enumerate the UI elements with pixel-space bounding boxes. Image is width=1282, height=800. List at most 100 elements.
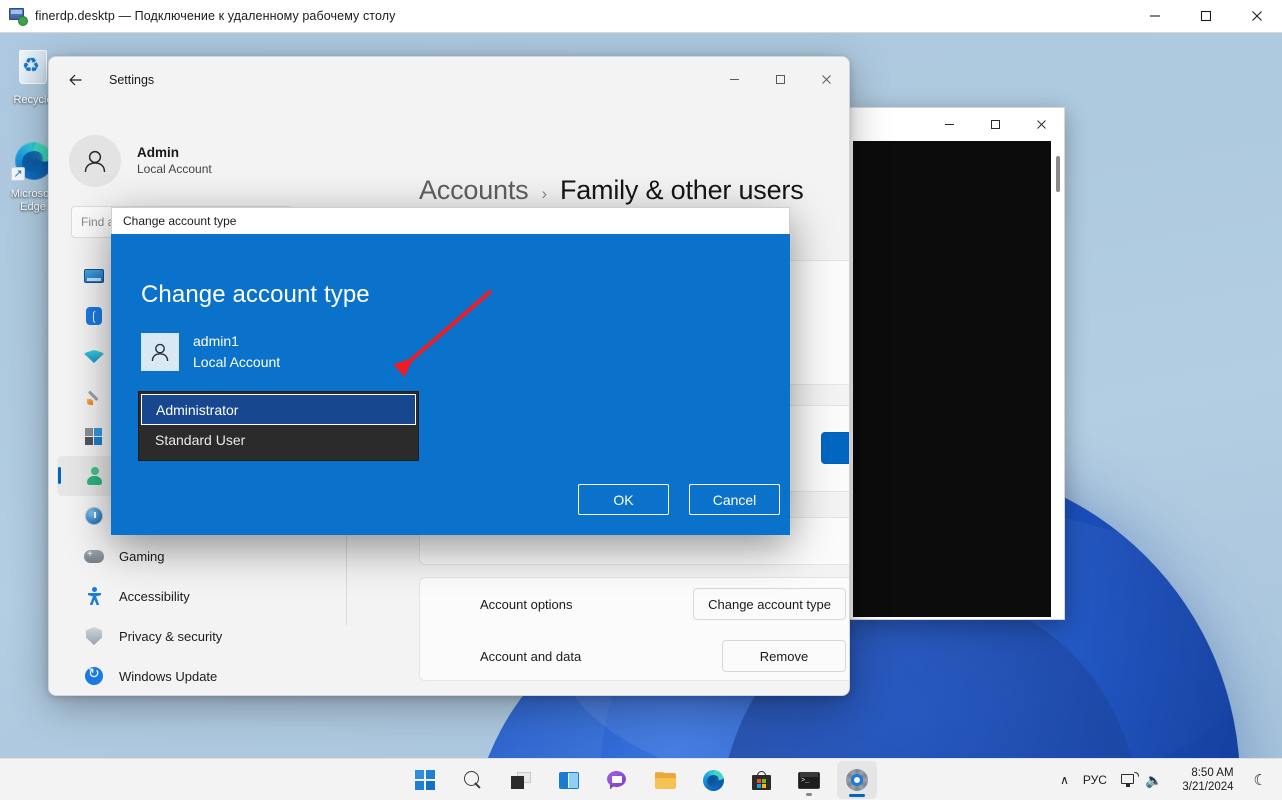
terminal-window[interactable] <box>849 107 1065 620</box>
edge-button[interactable] <box>693 761 733 799</box>
table-row: Account options Change account type <box>420 578 849 630</box>
ok-button[interactable]: OK <box>578 484 669 515</box>
back-button[interactable] <box>60 64 92 96</box>
settings-window-controls <box>711 57 849 102</box>
sidebar-item-label: Windows Update <box>119 668 218 684</box>
moon-icon: ☾ <box>1253 772 1267 789</box>
change-account-type-button[interactable]: Change account type <box>693 588 846 620</box>
account-options-card: Account options Change account type Acco… <box>419 577 849 682</box>
settings-window[interactable]: Settings Admin Local Account Find ❲ + Ga… <box>48 56 850 696</box>
table-row: Account and data Remove <box>420 630 849 682</box>
settings-titlebar[interactable]: Settings <box>49 57 849 102</box>
widgets-button[interactable] <box>549 761 589 799</box>
system-tray: ∧ РУС 🔈 8:50 AM 3/21/2024 ☾ <box>1053 759 1282 800</box>
terminal-button[interactable] <box>789 761 829 799</box>
store-button[interactable] <box>741 761 781 799</box>
sidebar-active-indicator <box>58 467 61 484</box>
terminal-scrollbar[interactable] <box>1055 148 1061 620</box>
terminal-close-button[interactable] <box>1018 108 1064 140</box>
sidebar-account-header[interactable]: Admin Local Account <box>69 135 212 187</box>
settings-maximize-button[interactable] <box>757 57 803 102</box>
apps-icon <box>83 425 105 447</box>
dialog-heading: Change account type <box>141 281 370 308</box>
clock-icon <box>83 505 105 527</box>
terminal-maximize-button[interactable] <box>972 108 1018 140</box>
brush-icon <box>83 385 105 407</box>
rdp-maximize-button[interactable] <box>1180 0 1231 32</box>
dialog-user-row: admin1 Local Account <box>141 331 280 373</box>
remove-account-button[interactable]: Remove <box>722 640 846 672</box>
gear-icon <box>846 769 868 791</box>
language-indicator[interactable]: РУС <box>1076 764 1114 796</box>
sidebar-item-accessibility[interactable]: Accessibility <box>57 576 377 616</box>
dialog-user-name: admin1 <box>193 333 239 349</box>
account-subtitle: Local Account <box>137 162 212 176</box>
gamepad-icon <box>83 545 105 567</box>
rdp-minimize-button[interactable] <box>1129 0 1180 32</box>
sidebar-item-windows-update[interactable]: Windows Update <box>57 656 377 695</box>
folder-icon <box>654 771 676 789</box>
terminal-titlebar[interactable] <box>850 108 1064 141</box>
person-icon <box>141 333 179 371</box>
accessibility-icon <box>83 585 105 607</box>
file-explorer-button[interactable] <box>645 761 685 799</box>
terminal-console-output[interactable] <box>853 141 1051 617</box>
rdp-window-controls <box>1129 0 1282 32</box>
breadcrumb-parent[interactable]: Accounts <box>419 175 529 206</box>
sidebar-item-label: Privacy & security <box>119 628 223 644</box>
row-label: Account and data <box>480 648 582 664</box>
settings-minimize-button[interactable] <box>711 57 757 102</box>
dropdown-option-administrator[interactable]: Administrator <box>141 394 416 425</box>
tray-date: 3/21/2024 <box>1182 781 1234 793</box>
search-button[interactable] <box>453 761 493 799</box>
chat-icon <box>607 770 627 790</box>
screen: finerdp.desktp — Подключение к удаленном… <box>0 0 1282 800</box>
settings-app-title: Settings <box>109 72 155 87</box>
page-title: Family & other users <box>559 175 804 205</box>
account-type-dropdown-list[interactable]: Administrator Standard User <box>138 391 419 461</box>
person-green-icon <box>83 465 105 487</box>
network-icon <box>1120 772 1139 788</box>
sidebar-item-label: Accessibility <box>119 588 190 604</box>
settings-close-button[interactable] <box>803 57 849 102</box>
terminal-minimize-button[interactable] <box>926 108 972 140</box>
taskbar-buttons <box>405 759 877 800</box>
search-icon <box>464 771 482 789</box>
settings-button[interactable] <box>837 761 877 799</box>
rdp-window-title: finerdp.desktp — Подключение к удаленном… <box>35 9 396 23</box>
terminal-icon <box>798 771 820 789</box>
sidebar-item-label: Gaming <box>119 548 165 564</box>
windows-logo-icon <box>415 770 435 790</box>
widgets-icon <box>559 771 579 789</box>
clock-button[interactable]: 8:50 AM 3/21/2024 <box>1169 764 1246 796</box>
notifications-button[interactable]: ☾ <box>1247 764 1274 796</box>
cancel-button[interactable]: Cancel <box>689 484 780 515</box>
chat-button[interactable] <box>597 761 637 799</box>
network-volume-button[interactable]: 🔈 <box>1114 764 1169 796</box>
sidebar-item-privacy-security[interactable]: Privacy & security <box>57 616 377 656</box>
task-view-icon <box>511 771 531 789</box>
dialog-user-subtitle: Local Account <box>193 354 281 370</box>
chevron-up-icon: ⌃ <box>848 536 849 549</box>
tray-overflow-button[interactable]: ∧ <box>1053 764 1076 796</box>
dialog-titlebar[interactable]: Change account type <box>111 207 790 234</box>
task-view-button[interactable] <box>501 761 541 799</box>
sidebar-item-gaming[interactable]: Gaming <box>57 536 377 576</box>
rdp-window-titlebar[interactable]: finerdp.desktp — Подключение к удаленном… <box>0 0 1282 33</box>
add-account-button[interactable] <box>821 432 849 464</box>
dialog-body: Change account type admin1 Local Account <box>111 234 790 535</box>
start-button[interactable] <box>405 761 445 799</box>
chevron-right-icon: › <box>541 184 547 203</box>
terminal-scrollbar-thumb[interactable] <box>1056 156 1060 192</box>
shield-icon <box>83 625 105 647</box>
desktop[interactable]: ♻ Recycle ↗ Microsoft Edge Settings Admi… <box>0 33 1282 758</box>
rdp-close-button[interactable] <box>1231 0 1282 32</box>
wifi-icon <box>83 345 105 367</box>
monitor-icon <box>83 265 105 287</box>
chevron-up-icon: ∧ <box>1060 773 1069 787</box>
store-icon <box>751 770 771 790</box>
avatar <box>69 135 121 187</box>
taskbar[interactable]: ∧ РУС 🔈 8:50 AM 3/21/2024 ☾ <box>0 758 1282 800</box>
dropdown-option-standard-user[interactable]: Standard User <box>141 425 416 454</box>
change-account-type-dialog[interactable]: Change account type Change account type … <box>111 207 790 535</box>
